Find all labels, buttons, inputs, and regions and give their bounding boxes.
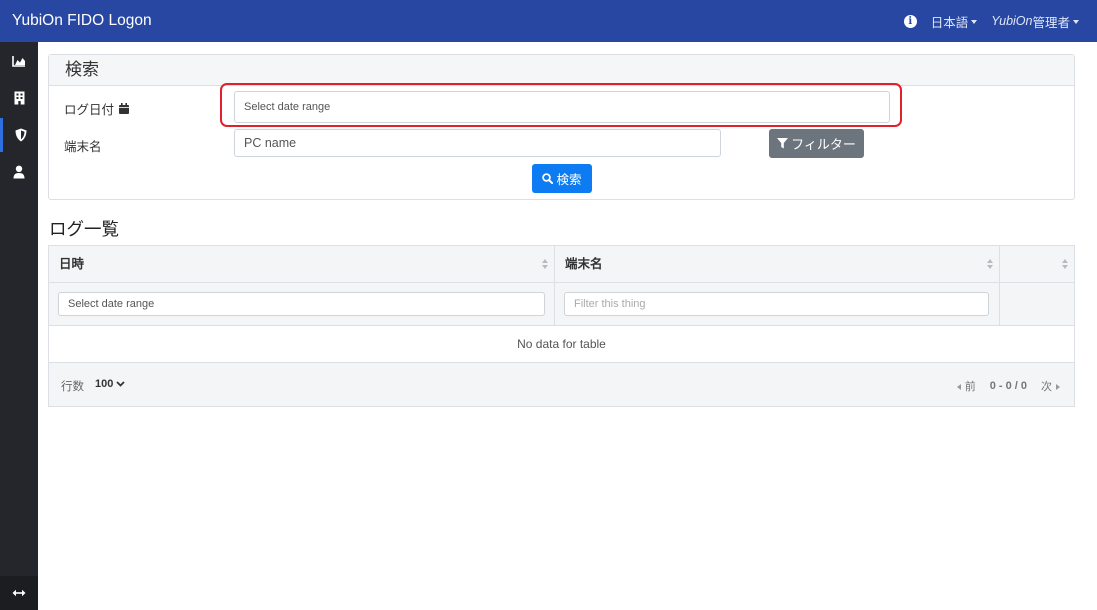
search-icon [542,173,554,184]
filter-button-label: フィルター [791,137,856,152]
chart-area-icon [12,56,25,67]
highlight-box [220,83,902,127]
caret-down-icon [971,19,978,24]
user-role: 管理者 [1032,15,1070,30]
building-icon [14,91,24,105]
user-name: YubiOn [991,14,1033,28]
top-navbar: YubiOn FIDO Logon i 日本語 YubiOn 管理者 [0,0,1097,42]
log-date-label-group: ログ日付 [64,99,130,118]
calendar-icon [119,103,130,114]
next-page-label: 次 [1041,381,1052,393]
pc-name-label: 端末名 [64,140,102,154]
filter-icon [777,138,789,149]
search-card: 検索 ログ日付 Select date range 端末名 PC name フィ… [48,54,1075,200]
filter-cell: Filter this thing [555,283,1000,326]
rows-per-page-value: 100 [95,378,114,390]
caret-right-icon [1056,384,1060,390]
log-date-label: ログ日付 [64,103,115,117]
navbar-right: i 日本語 YubiOn 管理者 [903,0,1079,42]
column-header-label: 日時 [59,257,85,271]
caret-down-icon [1073,19,1079,24]
pc-filter-input[interactable]: Filter this thing [564,292,989,316]
shield-icon [15,128,26,142]
column-header-datetime[interactable]: 日時 [49,246,555,283]
sidebar-item-dashboard[interactable] [0,44,38,78]
prev-page-label: 前 [964,381,976,393]
table-filter-row: Select date range Filter this thing [49,283,1074,326]
user-dropdown[interactable]: YubiOn 管理者 [991,12,1079,31]
language-label: 日本語 [930,15,969,30]
search-button-label: 検索 [556,173,582,187]
pc-name-input[interactable]: PC name [234,129,721,157]
sidebar [0,42,38,610]
filter-cell [1000,283,1074,326]
search-button[interactable]: 検索 [532,164,592,193]
app-title[interactable]: YubiOn FIDO Logon [12,12,152,30]
sort-icon [987,259,994,270]
column-header-extra[interactable] [1000,246,1074,283]
sidebar-item-security[interactable] [0,118,38,152]
page-info: 0 - 0 / 0 [989,380,1027,392]
column-header-label: 端末名 [565,257,603,271]
log-list-title: ログ一覧 [49,219,119,239]
sort-icon [542,259,549,270]
sort-icon [1062,259,1069,270]
caret-left-icon [956,384,961,390]
sidebar-item-organization[interactable] [0,81,38,115]
prev-page-button[interactable]: 前 [956,378,976,394]
rows-per-page-label: 行数 [61,381,84,393]
user-icon [13,165,25,179]
search-card-title: 検索 [49,55,1074,86]
table-header: 日時 端末名 [49,246,1074,283]
sidebar-toggle[interactable] [0,576,38,610]
column-header-pc-name[interactable]: 端末名 [555,246,1000,283]
table-footer: 行数 100 前 0 - 0 / 0 次 [49,363,1074,406]
empty-table-message: No data for table [49,326,1074,363]
rows-per-page-select[interactable]: 100 [95,378,125,390]
info-icon[interactable]: i [903,14,917,28]
pagination: 前 0 - 0 / 0 次 [956,378,1060,394]
chevron-down-icon [116,381,125,387]
log-table: 日時 端末名 Select date range Filter this thi… [48,245,1075,407]
filter-button[interactable]: フィルター [769,129,864,158]
arrows-horizontal-icon [12,589,26,597]
next-page-button[interactable]: 次 [1041,378,1060,394]
language-dropdown[interactable]: 日本語 [931,12,978,31]
filter-cell: Select date range [49,283,555,326]
date-filter-input[interactable]: Select date range [58,292,545,316]
sidebar-item-users[interactable] [0,155,38,189]
